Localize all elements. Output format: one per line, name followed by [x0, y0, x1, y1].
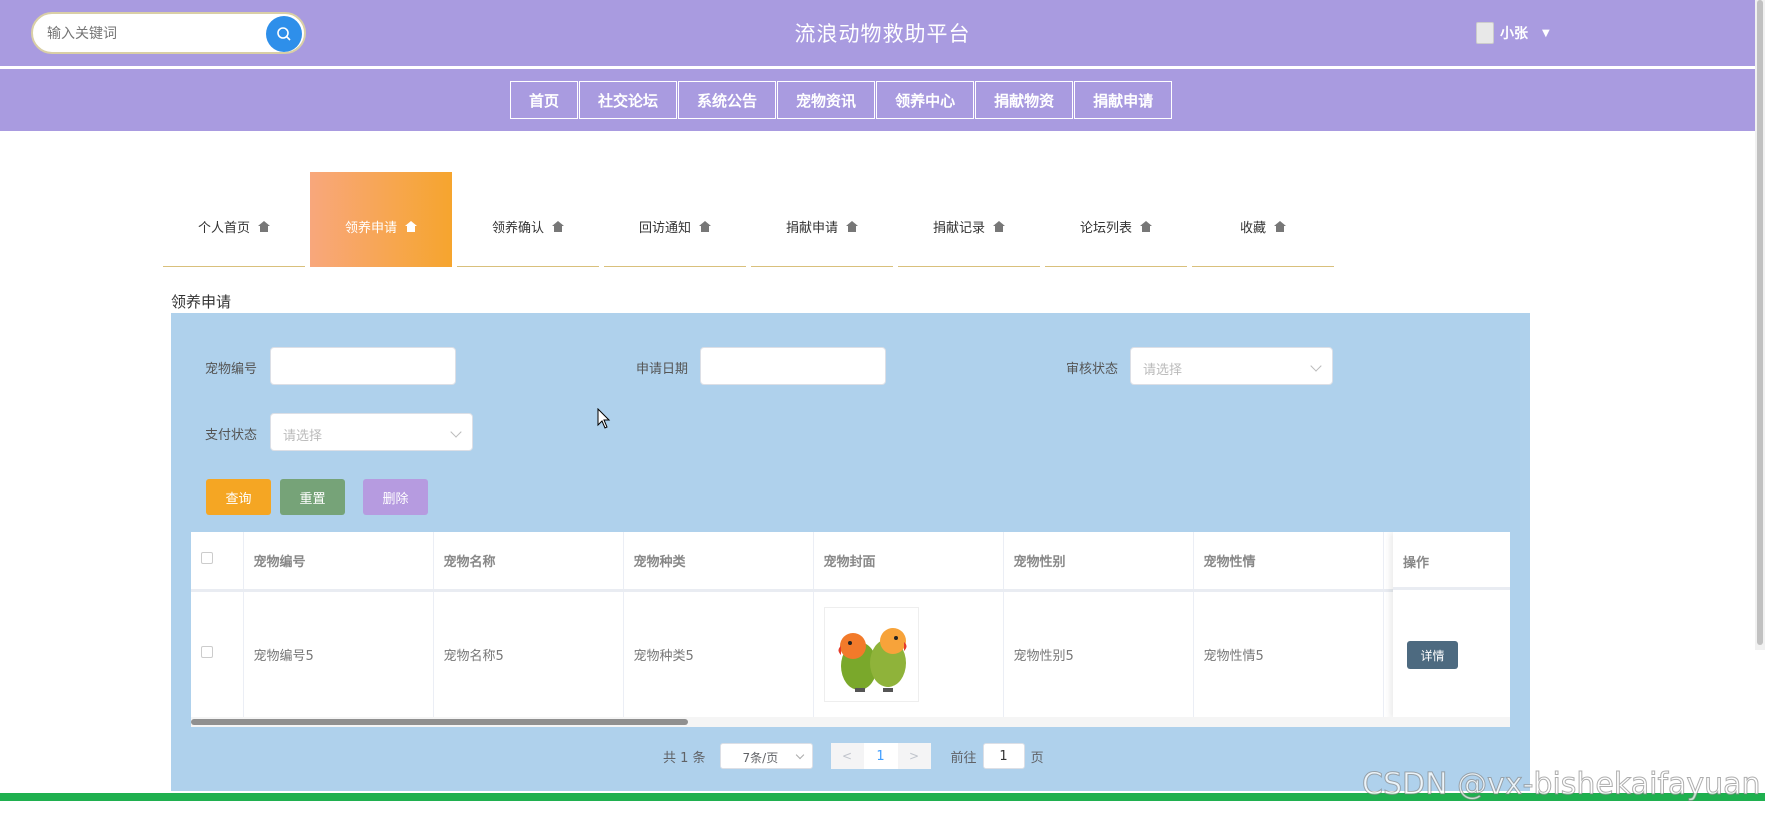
- chevron-left-icon: <: [842, 749, 853, 763]
- operation-header: 操作: [1393, 532, 1510, 590]
- chevron-down-icon: [1310, 360, 1322, 372]
- tab-label: 领养申请: [344, 221, 397, 236]
- page-size-value: 7条/页: [742, 751, 779, 765]
- home-icon: [1140, 220, 1152, 232]
- nav-item-5[interactable]: 捐献物资: [975, 81, 1074, 119]
- apply-date-label: 申请日期: [636, 362, 689, 377]
- home-icon: [1274, 220, 1286, 232]
- vertical-scrollbar-thumb[interactable]: [1757, 0, 1763, 645]
- page-number[interactable]: 1: [863, 743, 898, 769]
- chevron-right-icon: >: [909, 749, 920, 763]
- page-suffix: 页: [1030, 750, 1044, 766]
- horizontal-scrollbar[interactable]: [191, 717, 1510, 727]
- pay-status-label: 支付状态: [205, 428, 258, 443]
- home-icon: [846, 220, 858, 232]
- delete-button[interactable]: 删除: [363, 479, 428, 515]
- tab-3[interactable]: 回访通知: [604, 172, 746, 267]
- tab-label: 收藏: [1239, 220, 1266, 236]
- select-all-checkbox[interactable]: [201, 552, 213, 565]
- pet-no-cell: 宠物编号5: [243, 590, 434, 717]
- tab-1[interactable]: 领养申请: [310, 172, 452, 267]
- tab-2[interactable]: 领养确认: [457, 172, 599, 267]
- tab-6[interactable]: 论坛列表: [1045, 172, 1187, 267]
- pagination-total: 共 1 条: [663, 750, 706, 766]
- column-header: 宠物名称: [433, 532, 624, 592]
- detail-button[interactable]: 详情: [1407, 641, 1458, 669]
- home-icon: [993, 220, 1005, 232]
- horizontal-scrollbar-thumb[interactable]: [191, 719, 688, 725]
- goto-label: 前往: [950, 750, 977, 766]
- tab-0[interactable]: 个人首页: [163, 172, 305, 267]
- mouse-cursor-icon: [597, 408, 611, 429]
- tab-label: 论坛列表: [1079, 220, 1132, 236]
- data-table: 宠物编号 宠物名称 宠物种类 宠物封面 宠物性别 宠物性情 宠物编号5 宠物名称…: [191, 532, 1510, 727]
- column-header: 宠物编号: [243, 532, 434, 592]
- chevron-down-icon: [795, 750, 804, 760]
- pet-type-cell: 宠物种类5: [623, 590, 814, 717]
- pet-no-input[interactable]: [270, 347, 456, 385]
- prev-page-button[interactable]: <: [830, 743, 864, 769]
- pet-cover-image[interactable]: [823, 606, 919, 702]
- caret-down-icon: ▼: [1542, 27, 1550, 39]
- nav-item-0[interactable]: 首页: [510, 81, 579, 119]
- pay-status-select[interactable]: 请选择: [270, 413, 473, 451]
- column-header: 宠物封面: [813, 532, 1004, 592]
- nav-item-3[interactable]: 宠物资讯: [777, 81, 876, 119]
- select-all-cell: [191, 532, 244, 592]
- nav-item-6[interactable]: 捐献申请: [1074, 81, 1173, 119]
- tab-4[interactable]: 捐献申请: [751, 172, 893, 267]
- tab-5[interactable]: 捐献记录: [898, 172, 1040, 267]
- home-icon: [552, 220, 564, 232]
- tab-label: 捐献记录: [932, 220, 985, 236]
- audit-status-label: 审核状态: [1066, 362, 1119, 377]
- tab-label: 领养确认: [491, 220, 544, 236]
- column-header: 宠物性别: [1003, 532, 1194, 592]
- center-tabs: 个人首页 领养申请 领养确认 回访通知 捐献申请 捐献记录 论坛列表 收藏: [163, 172, 1339, 267]
- vertical-scrollbar[interactable]: [1755, 0, 1765, 650]
- chevron-down-icon: [450, 426, 462, 438]
- user-menu[interactable]: 小张 ▼: [1476, 22, 1550, 44]
- tab-7[interactable]: 收藏: [1192, 172, 1334, 267]
- pet-temper-cell: 宠物性情5: [1193, 590, 1384, 717]
- home-icon: [699, 220, 711, 232]
- watermark-text: CSDN @vx-bishekaifayuan: [1362, 767, 1762, 803]
- reset-button[interactable]: 重置: [280, 479, 345, 515]
- main-nav: 首页 社交论坛 系统公告 宠物资讯 领养中心 捐献物资 捐献申请: [0, 69, 1765, 131]
- top-header: 流浪动物救助平台 小张 ▼: [0, 0, 1765, 68]
- column-header: 宠物性情: [1193, 532, 1384, 592]
- table-header-row: 宠物编号 宠物名称 宠物种类 宠物封面 宠物性别 宠物性情: [191, 532, 1510, 592]
- pay-status-placeholder: 请选择: [283, 429, 323, 444]
- tab-label: 个人首页: [197, 220, 250, 236]
- avatar: [1476, 22, 1494, 44]
- column-header: 宠物种类: [623, 532, 814, 592]
- query-button[interactable]: 查询: [206, 479, 271, 515]
- pet-gender-cell: 宠物性别5: [1003, 590, 1194, 717]
- operation-column: 操作 详情: [1393, 532, 1510, 719]
- parrot-image-icon: [838, 627, 906, 692]
- tab-label: 回访通知: [638, 220, 691, 236]
- pet-cover-cell: [813, 590, 1004, 717]
- next-page-button[interactable]: >: [897, 743, 931, 769]
- nav-item-1[interactable]: 社交论坛: [579, 81, 678, 119]
- row-select-cell: [191, 590, 244, 717]
- audit-status-placeholder: 请选择: [1143, 363, 1183, 378]
- pagination: 共 1 条 7条/页 < 1 > 前往 1 页: [663, 743, 1044, 769]
- username: 小张: [1500, 26, 1528, 42]
- nav-item-2[interactable]: 系统公告: [678, 81, 777, 119]
- content-panel: 宠物编号 申请日期 审核状态 请选择 支付状态 请选择 查询 重置 删除 宠物编…: [171, 313, 1530, 791]
- pet-name-cell: 宠物名称5: [433, 590, 624, 717]
- audit-status-select[interactable]: 请选择: [1130, 347, 1333, 385]
- apply-date-input[interactable]: [700, 347, 886, 385]
- nav-item-4[interactable]: 领养中心: [876, 81, 975, 119]
- row-checkbox[interactable]: [201, 646, 213, 659]
- table-row: 宠物编号5 宠物名称5 宠物种类5 宠物性别5 宠物性情5: [191, 590, 1510, 717]
- pet-no-label: 宠物编号: [205, 362, 258, 377]
- tab-label: 捐献申请: [785, 220, 838, 236]
- goto-page-input[interactable]: 1: [982, 743, 1025, 769]
- section-title: 领养申请: [171, 293, 232, 311]
- home-icon: [405, 221, 417, 232]
- home-icon: [258, 220, 270, 232]
- page-size-select[interactable]: 7条/页: [719, 743, 813, 769]
